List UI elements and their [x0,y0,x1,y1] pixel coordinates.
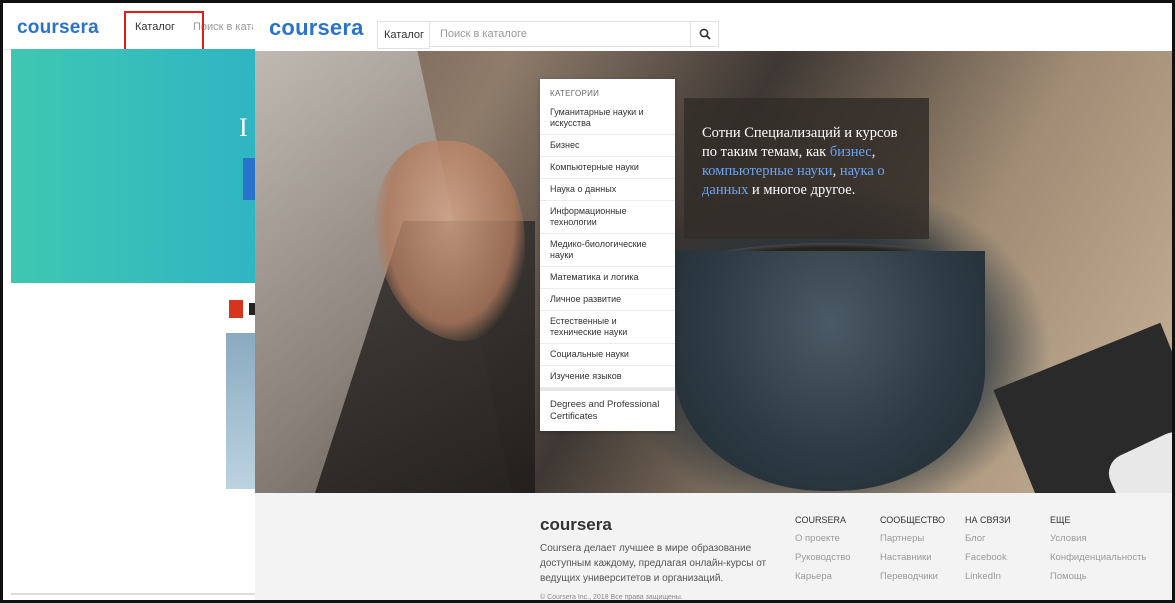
footer-link-privacy[interactable]: Конфиденциальность [1050,552,1146,563]
promo-box: Сотни Специализаций и курсов по таким те… [684,98,929,239]
footer-column-more: ЕЩЕ Условия Конфиденциальность Помощь [1050,515,1146,590]
footer-column-title: СООБЩЕСТВО [880,515,946,525]
search-button[interactable] [691,21,719,47]
search-input[interactable]: Поиск в каталоге [429,21,691,47]
promo-text-outro: и многое другое. [751,182,856,198]
footer-column-community: СООБЩЕСТВО Партнеры Наставники Переводчи… [880,515,945,590]
promo-link-business[interactable]: бизнес [830,144,872,160]
footer-link-leadership[interactable]: Руководство [795,552,851,563]
footer-link-facebook[interactable]: Facebook [965,552,1011,563]
category-physical-science-engineering[interactable]: Естественные и технические науки [540,311,675,344]
dropdown-heading: КАТЕГОРИИ [550,89,600,98]
category-life-sciences[interactable]: Медико-биологические науки [540,234,675,267]
logo[interactable]: coursera [269,15,364,41]
background-logo[interactable]: coursera [17,17,99,39]
category-data-science[interactable]: Наука о данных [540,179,675,201]
header: coursera Каталог Поиск в каталоге [255,3,1172,52]
category-math-logic[interactable]: Математика и логика [540,267,675,289]
hero-cup [675,251,985,491]
footer-link-terms[interactable]: Условия [1050,533,1146,544]
catalog-button[interactable]: Каталог [377,21,430,49]
category-language-learning[interactable]: Изучение языков [540,366,675,388]
footer-link-about[interactable]: О проекте [795,533,851,544]
footer-link-mentors[interactable]: Наставники [880,552,945,563]
category-personal-development[interactable]: Личное развитие [540,289,675,311]
search-icon [699,28,711,40]
category-computer-science[interactable]: Компьютерные науки [540,157,675,179]
university-shield-icon [229,300,243,318]
promo-link-computer-science[interactable]: компьютерные науки [702,163,833,179]
footer-logo[interactable]: coursera [540,515,612,535]
footer-copyright: © Coursera Inc., 2018 Все права защищены… [540,594,683,601]
background-hero-banner [11,49,261,283]
footer-link-help[interactable]: Помощь [1050,571,1146,582]
footer-column-title: COURSERA [795,515,847,525]
footer-column-title: НА СВЯЗИ [965,515,1011,525]
degrees-certificates-link[interactable]: Degrees and Professional Certificates [540,388,675,431]
category-social-sciences[interactable]: Социальные науки [540,344,675,366]
footer-link-linkedin[interactable]: LinkedIn [965,571,1011,582]
screenshot-frame: coursera Каталог Поиск в каталоге I cour… [0,0,1175,603]
category-humanities[interactable]: Гуманитарные науки и искусства [540,102,675,135]
footer-link-translators[interactable]: Переводчики [880,571,945,582]
background-hero-text: I [239,113,248,142]
footer-link-careers[interactable]: Карьера [795,571,851,582]
background-thumbnail [226,333,258,489]
footer-column-connect: НА СВЯЗИ Блог Facebook LinkedIn [965,515,1011,590]
footer-link-partners[interactable]: Партнеры [880,533,945,544]
background-divider [11,593,255,595]
promo-separator: , [832,163,837,179]
footer-link-blog[interactable]: Блог [965,533,1011,544]
promo-separator: , [871,144,876,160]
category-information-technology[interactable]: Информационные технологии [540,201,675,234]
category-business[interactable]: Бизнес [540,135,675,157]
footer-column-title: ЕЩЕ [1050,515,1071,525]
catalog-dropdown: КАТЕГОРИИ Гуманитарные науки и искусства… [540,79,675,431]
foreground-page: coursera Каталог Поиск в каталоге Сотни … [255,3,1172,601]
footer: coursera Coursera делает лучшее в мире о… [255,493,1172,601]
footer-column-coursera: COURSERA О проекте Руководство Карьера [795,515,851,590]
footer-description: Coursera делает лучшее в мире образовани… [540,543,767,584]
